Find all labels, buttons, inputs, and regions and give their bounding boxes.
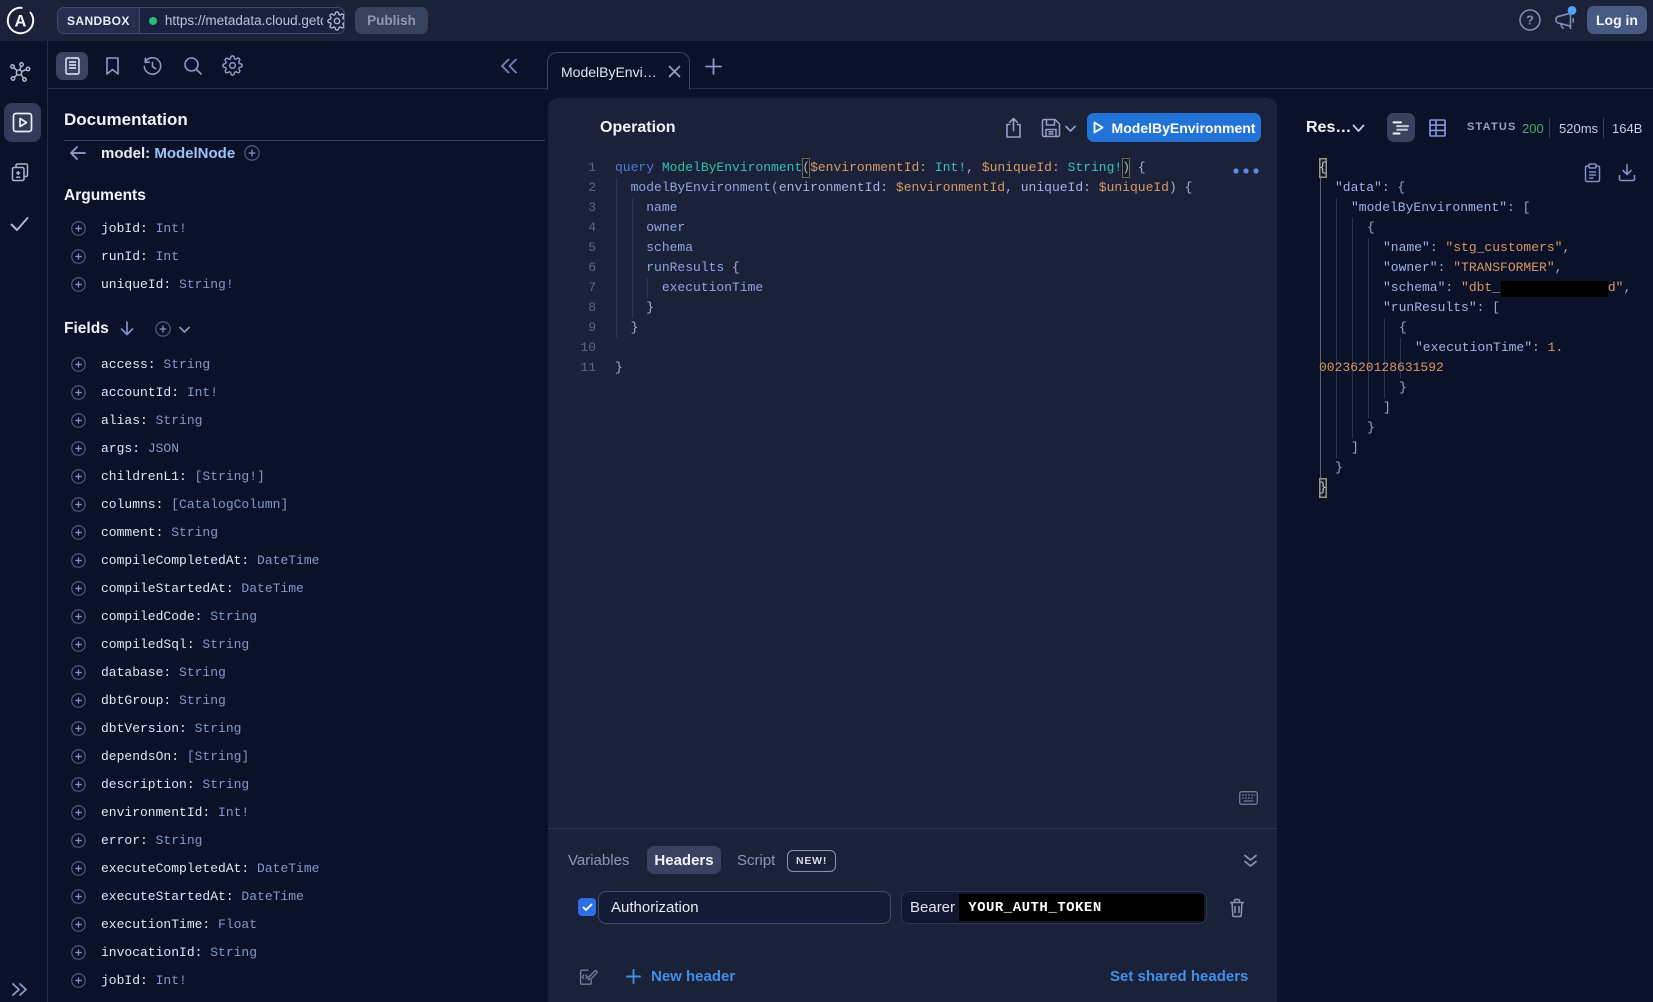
svg-text:?: ? — [1526, 13, 1534, 27]
svg-text:A: A — [15, 12, 27, 30]
